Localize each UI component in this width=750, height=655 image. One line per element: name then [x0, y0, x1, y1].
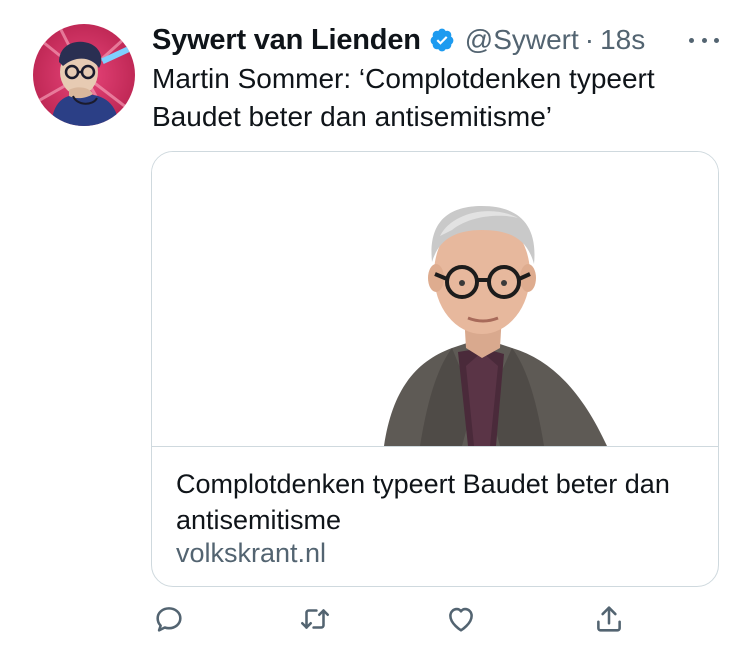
author-avatar[interactable] — [33, 24, 135, 126]
verified-badge-icon — [429, 27, 455, 53]
tweet-text: Martin Sommer: ‘Complotdenken typeert Ba… — [152, 63, 655, 132]
card-domain: volkskrant.nl — [176, 538, 327, 568]
reply-icon[interactable] — [152, 602, 186, 636]
card-title: Complotdenken typeert Baudet beter dan a… — [176, 469, 670, 535]
tweet-header: Sywert van Lienden @Sywert · 18s — [152, 18, 727, 62]
link-preview-card[interactable]: Complotdenken typeert Baudet beter dan a… — [151, 151, 719, 587]
tweet-timestamp[interactable]: 18s — [600, 24, 645, 56]
avatar-image — [33, 24, 135, 126]
like-icon[interactable] — [444, 602, 478, 636]
card-image — [152, 152, 718, 447]
tweet-actions — [152, 600, 632, 644]
separator-dot: · — [584, 24, 595, 55]
author-display-name[interactable]: Sywert van Lienden — [152, 24, 421, 57]
ellipsis-icon[interactable] — [689, 30, 719, 50]
share-icon[interactable] — [592, 602, 626, 636]
retweet-icon[interactable] — [298, 602, 332, 636]
portrait-photo — [384, 206, 607, 446]
author-handle[interactable]: @Sywert — [465, 24, 579, 56]
